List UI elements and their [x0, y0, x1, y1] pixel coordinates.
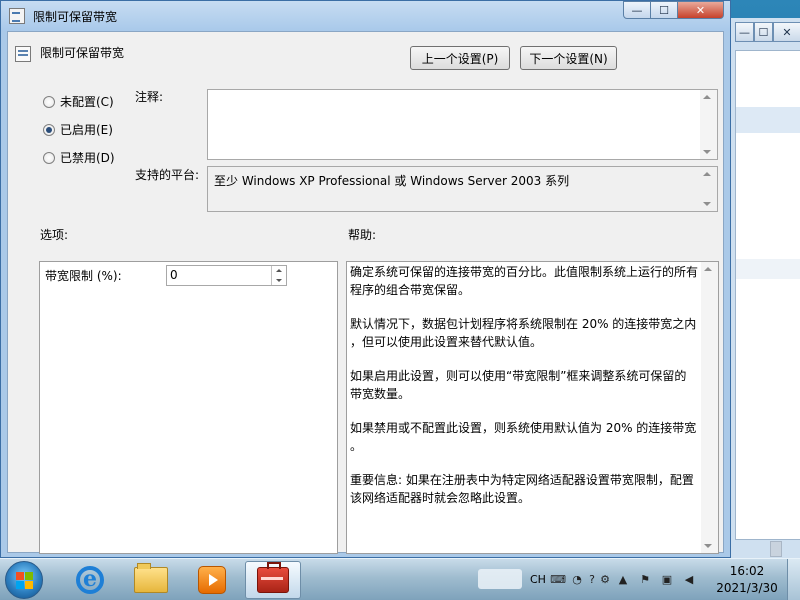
taskbar-media-player[interactable]	[184, 561, 240, 599]
comment-scrollbar[interactable]	[700, 90, 717, 159]
background-close-icon[interactable]: ✕	[772, 22, 800, 42]
taskbar-file-explorer[interactable]	[123, 561, 179, 599]
background-minimize-icon[interactable]: —	[735, 22, 754, 42]
background-row	[736, 259, 800, 279]
system-clock[interactable]: 16:02 2021/3/30	[712, 563, 782, 597]
platform-textbox: 至少 Windows XP Professional 或 Windows Ser…	[207, 166, 718, 212]
ime-settings-icon[interactable]: ◔	[570, 572, 584, 586]
maximize-icon: ☐	[659, 3, 669, 17]
help-paragraph: 确定系统可保留的连接带宽的百分比。此值限制系统上运行的所有 程序的组合带宽保留。	[350, 265, 699, 297]
radio-not-configured[interactable]: 未配置(C)	[43, 93, 114, 110]
next-setting-button[interactable]: 下一个设置(N)	[520, 46, 617, 70]
help-scrollbar[interactable]	[701, 262, 718, 553]
show-desktop-button[interactable]	[787, 559, 800, 600]
radio-disabled-circle[interactable]	[43, 151, 55, 164]
scroll-up-icon[interactable]	[703, 95, 711, 99]
dialog-client-area: 限制可保留带宽 上一个设置(P) 下一个设置(N) 未配置(C) 已启用(E) …	[7, 31, 724, 554]
scroll-up-icon[interactable]	[703, 172, 711, 176]
background-selected-row	[736, 107, 800, 133]
window-controls: — ☐ ✕	[623, 1, 724, 19]
setting-header-icon	[15, 46, 31, 62]
title-bar[interactable]: 限制可保留带宽 — ☐ ✕	[1, 1, 730, 31]
maximize-button[interactable]: ☐	[651, 1, 678, 19]
background-window-controls: — ☐ ✕	[735, 22, 800, 44]
toolbox-icon	[257, 562, 289, 593]
minimize-icon: —	[631, 3, 643, 17]
close-icon: ✕	[695, 3, 706, 17]
bandwidth-limit-input[interactable]: 0	[166, 265, 287, 286]
minimize-button[interactable]: —	[623, 1, 651, 19]
keyboard-icon[interactable]: ⌨	[550, 572, 566, 586]
platform-scrollbar[interactable]	[700, 167, 717, 211]
action-center-flag-icon[interactable]: ⚑	[638, 572, 652, 586]
spin-down-icon[interactable]	[272, 276, 285, 285]
comment-textbox[interactable]	[207, 89, 718, 160]
scroll-down-icon[interactable]	[703, 202, 711, 206]
clock-time: 16:02	[729, 564, 765, 578]
radio-disabled[interactable]: 已禁用(D)	[43, 149, 115, 166]
scroll-down-icon[interactable]	[704, 544, 712, 548]
scroll-up-icon[interactable]	[704, 267, 712, 271]
previous-setting-button[interactable]: 上一个设置(P)	[410, 46, 510, 70]
folder-icon	[134, 563, 168, 593]
policy-setting-icon	[9, 8, 25, 24]
tray-blurred-area	[478, 569, 522, 589]
background-window-content	[735, 50, 800, 557]
media-player-icon	[198, 566, 226, 594]
background-scrollbar[interactable]	[770, 541, 782, 557]
radio-enabled[interactable]: 已启用(E)	[43, 121, 113, 138]
options-heading: 选项:	[40, 228, 69, 242]
internet-explorer-icon	[76, 566, 104, 594]
taskbar-internet-explorer[interactable]	[62, 561, 118, 599]
help-text: 确定系统可保留的连接带宽的百分比。此值限制系统上运行的所有 程序的组合带宽保留。…	[350, 263, 703, 523]
start-button[interactable]	[5, 561, 43, 599]
background-window[interactable]: — ☐ ✕	[728, 18, 800, 558]
radio-enabled-circle[interactable]	[43, 123, 55, 136]
bandwidth-limit-value[interactable]: 0	[170, 268, 178, 282]
scroll-down-icon[interactable]	[703, 150, 711, 154]
ime-help-icon[interactable]: ?	[585, 572, 599, 586]
radio-not-configured-circle[interactable]	[43, 95, 55, 108]
radio-disabled-label[interactable]: 已禁用(D)	[60, 149, 115, 166]
close-button[interactable]: ✕	[678, 1, 724, 19]
show-hidden-icons-icon[interactable]: ▲	[616, 572, 630, 586]
taskbar-policy-editor[interactable]	[245, 561, 301, 599]
volume-icon[interactable]: ◀	[682, 572, 696, 586]
comment-label: 注释:	[135, 90, 164, 104]
ime-options-icon[interactable]: ⚙	[598, 572, 612, 586]
help-paragraph: 如果禁用或不配置此设置，则系统使用默认值为 20% 的连接带宽 。	[350, 421, 697, 453]
radio-not-configured-label[interactable]: 未配置(C)	[60, 93, 114, 110]
help-heading: 帮助:	[348, 228, 377, 242]
help-paragraph: 默认情况下，数据包计划程序将系统限制在 20% 的连接带宽之内 ，但可以使用此设…	[350, 317, 697, 349]
radio-enabled-label[interactable]: 已启用(E)	[60, 121, 113, 138]
network-icon[interactable]: ▣	[660, 572, 674, 586]
policy-setting-window: 限制可保留带宽 — ☐ ✕ 限制可保留带宽 上一个设置(P) 下一个设置(N) …	[0, 0, 731, 558]
language-indicator[interactable]: CH	[530, 573, 546, 586]
spin-up-icon[interactable]	[272, 266, 285, 275]
bandwidth-limit-label: 带宽限制 (%):	[45, 269, 122, 283]
clock-date: 2021/3/30	[716, 581, 778, 595]
background-maximize-icon[interactable]: ☐	[753, 22, 773, 42]
help-paragraph: 重要信息: 如果在注册表中为特定网络适配器设置带宽限制，配置 该网络适配器时就会…	[350, 473, 694, 505]
window-title: 限制可保留带宽	[33, 10, 118, 24]
setting-title: 限制可保留带宽	[40, 46, 125, 60]
taskbar: CH ⌨ ◔ ? ⚙ ▲ ⚑ ▣ ◀ 16:02 2021/3/30	[0, 558, 800, 600]
platform-label: 支持的平台:	[135, 168, 200, 182]
bandwidth-spinner[interactable]	[271, 266, 286, 285]
options-panel: 带宽限制 (%): 0	[39, 261, 338, 554]
help-paragraph: 如果启用此设置，则可以使用“带宽限制”框来调整系统可保留的 带宽数量。	[350, 369, 687, 401]
platform-value: 至少 Windows XP Professional 或 Windows Ser…	[214, 174, 570, 188]
help-panel: 确定系统可保留的连接带宽的百分比。此值限制系统上运行的所有 程序的组合带宽保留。…	[346, 261, 719, 554]
